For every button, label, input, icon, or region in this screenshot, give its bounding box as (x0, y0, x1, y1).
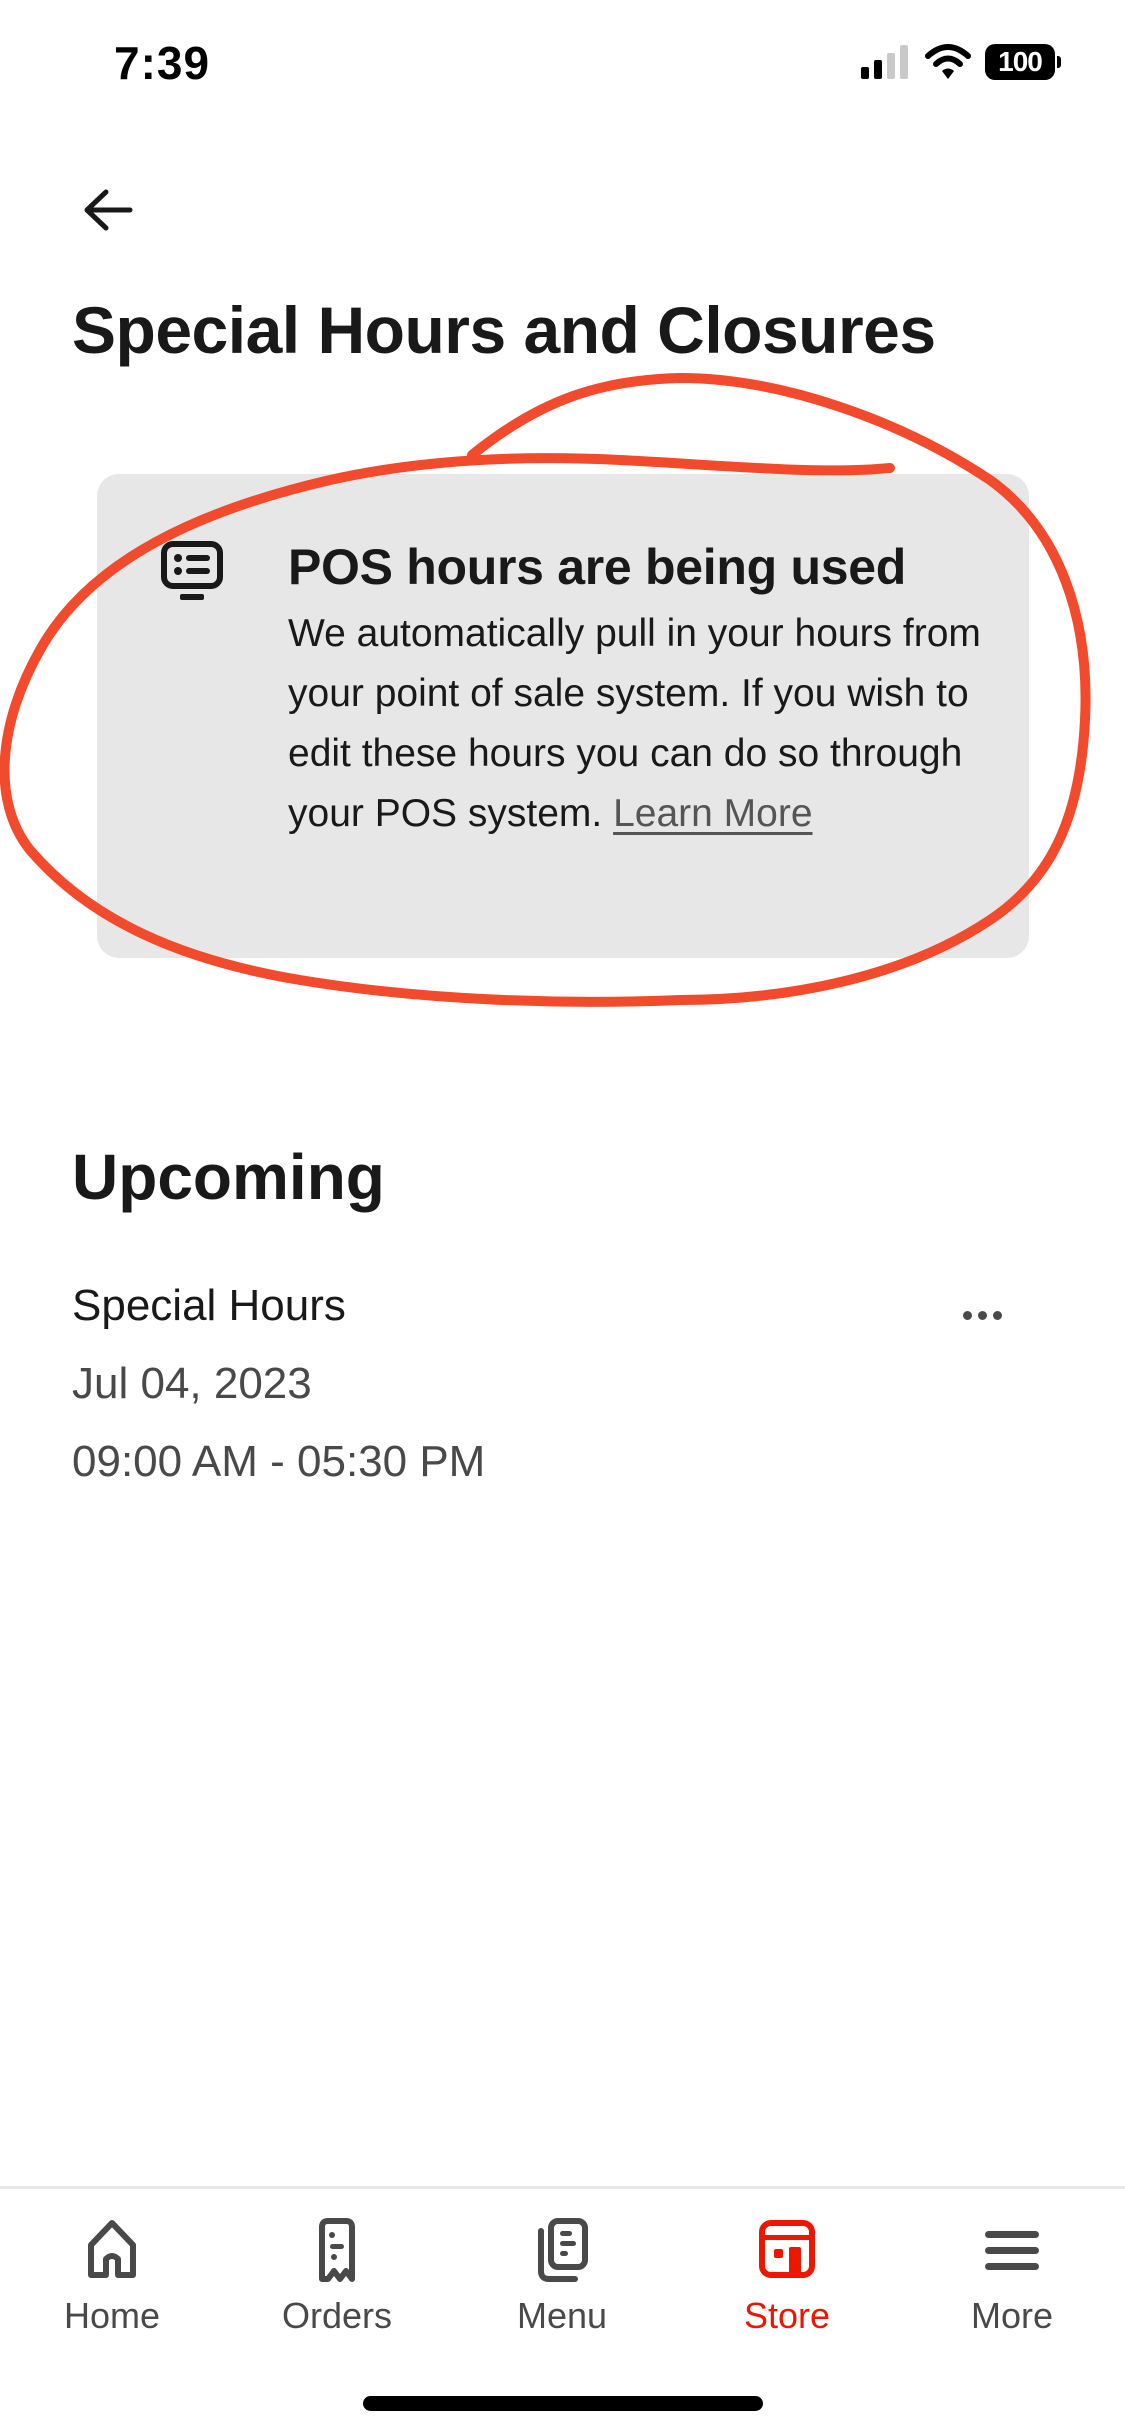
hamburger-icon (985, 2231, 1039, 2270)
tab-more[interactable]: More (912, 2217, 1112, 2357)
learn-more-link[interactable]: Learn More (613, 792, 812, 835)
store-icon (759, 2220, 815, 2278)
wifi-icon (925, 44, 971, 79)
tab-menu[interactable]: Menu (462, 2217, 662, 2357)
arrow-left-icon (84, 189, 133, 231)
more-horizontal-icon[interactable] (952, 1295, 1012, 1335)
tab-home-label: Home (63, 2295, 161, 2336)
special-hours-label: Special Hours (72, 1281, 346, 1330)
cellular-signal-icon (861, 45, 908, 79)
status-time: 7:39 (114, 37, 211, 89)
back-button[interactable] (78, 180, 138, 240)
dot (977, 1310, 987, 1320)
status-bar: 7:39 100 (0, 0, 1125, 130)
pos-terminal-icon (161, 541, 223, 600)
menu-book-icon (538, 2218, 588, 2282)
dot (992, 1310, 1002, 1320)
status-icons: 100 (859, 44, 1061, 80)
receipt-icon (319, 2218, 355, 2282)
tab-menu-label: Menu (516, 2295, 608, 2336)
home-icon (88, 2220, 136, 2278)
tab-home[interactable]: Home (12, 2217, 212, 2357)
special-hours-date: Jul 04, 2023 (72, 1359, 312, 1408)
special-hours-item[interactable]: Special Hours Jul 04, 2023 09:00 AM - 05… (72, 1275, 1032, 1495)
tab-store[interactable]: Store (687, 2217, 887, 2357)
dot (962, 1310, 972, 1320)
upcoming-section-title: Upcoming (72, 1141, 385, 1213)
home-indicator[interactable] (363, 2396, 763, 2411)
tab-orders-label: Orders (281, 2295, 393, 2336)
tab-store-label: Store (743, 2295, 831, 2336)
page-title: Special Hours and Closures (72, 293, 936, 367)
battery-indicator: 100 (985, 44, 1061, 80)
special-hours-time-range: 09:00 AM - 05:30 PM (72, 1437, 486, 1486)
info-card-body: We automatically pull in your hours from… (288, 604, 988, 844)
tab-more-label: More (970, 2295, 1054, 2336)
info-card-title: POS hours are being used (288, 539, 906, 595)
tab-orders[interactable]: Orders (237, 2217, 437, 2357)
